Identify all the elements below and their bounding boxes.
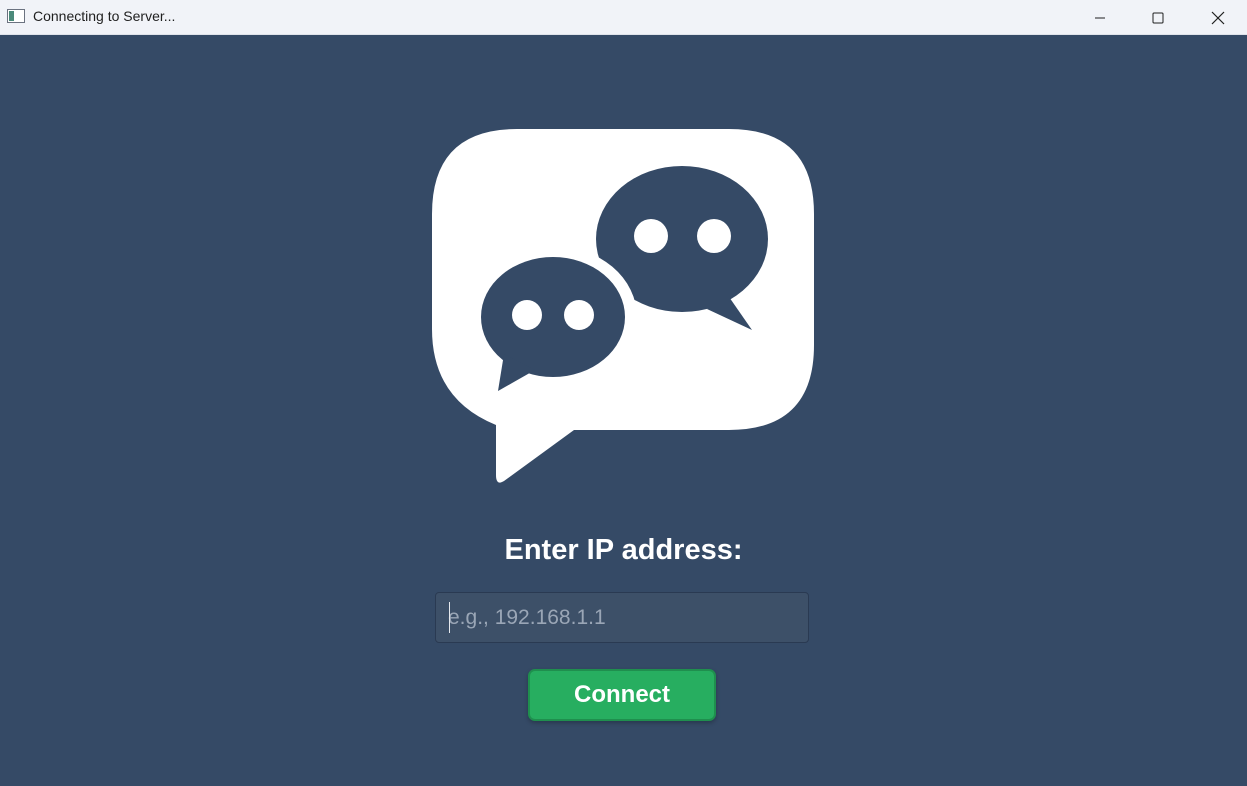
connect-button[interactable]: Connect [528, 669, 716, 721]
minimize-icon [1095, 17, 1105, 18]
chat-bubbles-icon [432, 129, 814, 483]
title-bar[interactable]: Connecting to Server... [0, 0, 1247, 35]
text-caret [449, 602, 450, 633]
ip-address-input[interactable] [435, 592, 809, 643]
maximize-icon [1152, 12, 1164, 23]
maximize-button[interactable] [1129, 0, 1187, 35]
minimize-button[interactable] [1071, 0, 1129, 35]
window-icon [7, 9, 25, 23]
app-window: Connecting to Server... Enter IP address… [0, 0, 1247, 786]
connect-panel: Enter IP address: Connect [0, 35, 1247, 786]
ip-prompt-label: Enter IP address: [504, 534, 743, 566]
window-title: Connecting to Server... [33, 8, 176, 24]
close-button[interactable] [1189, 0, 1247, 35]
close-icon [1211, 11, 1225, 24]
